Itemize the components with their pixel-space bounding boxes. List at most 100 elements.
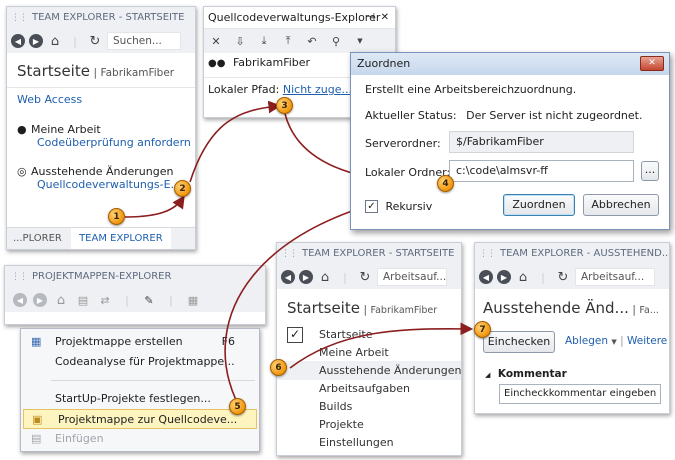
home-icon[interactable]: ⌂ <box>47 33 63 49</box>
chevron-down-icon[interactable]: ▼ <box>611 338 616 346</box>
server-folder-field: $/FabrikamFiber <box>449 131 634 153</box>
step-marker-4: 4 <box>437 175 454 192</box>
nav-item-home[interactable]: Startseite <box>277 325 461 344</box>
local-folder-label: Lokaler Ordner: <box>365 166 451 179</box>
dialog-intro: Erstellt eine Arbeitsbereichzuordnung. <box>365 83 577 96</box>
web-access-link[interactable]: Web Access <box>17 93 82 106</box>
nav-item-work-items[interactable]: Arbeitsaufgaben <box>277 379 461 398</box>
te2-nav-list: Startseite Meine Arbeit Ausstehende Ände… <box>277 325 461 455</box>
separator: | <box>73 34 77 48</box>
sce-titlebar: Quellcodeverwaltungs-Explorer ⊣ ✕ <box>204 7 395 29</box>
pme-title: PROJEKTMAPPEN-EXPLORER <box>32 271 172 282</box>
comment-input[interactable]: Eincheckkommentar eingeben <box>499 384 661 404</box>
back-icon[interactable]: ◀ <box>13 293 27 307</box>
te3-search-input[interactable]: Arbeitsauf... <box>575 268 655 286</box>
tab-team-explorer[interactable]: TEAM EXPLORER <box>71 228 171 249</box>
step-marker-3: 3 <box>276 97 293 114</box>
back-icon[interactable]: ◀ <box>281 270 295 284</box>
menu-add-to-sc-label: Projektmappe zur Quellcodeve... <box>58 413 238 426</box>
shelve-link[interactable]: Ablegen <box>565 335 608 347</box>
status-value: Der Server ist nicht zugeordnet. <box>466 109 643 122</box>
collapse-icon[interactable]: ▤ <box>75 292 91 308</box>
nav-item-pending-changes[interactable]: Ausstehende Änderungen <box>277 361 461 380</box>
home-icon[interactable]: ⌂ <box>317 269 333 285</box>
te2-search-input[interactable]: Arbeitsauf... <box>377 268 447 286</box>
recursive-check-box[interactable]: ✓ <box>365 199 378 213</box>
map-button[interactable]: Zuordnen <box>503 194 575 216</box>
menu-set-startup[interactable]: StartUp-Projekte festlegen... <box>21 389 259 409</box>
step-marker-7: 7 <box>474 321 491 338</box>
menu-code-analysis[interactable]: Codeanalyse für Projektmappe... <box>21 352 259 372</box>
browse-button[interactable]: ... <box>641 161 659 181</box>
forward-icon[interactable]: ▶ <box>33 293 47 307</box>
te1-search-input[interactable]: Suchen... <box>107 32 181 50</box>
menu-paste[interactable]: ▤ Einfügen <box>21 429 259 449</box>
te3-title: TEAM EXPLORER - AUSSTEHEND... <box>500 248 669 259</box>
home-icon[interactable]: ⌂ <box>515 269 531 285</box>
upload-icon[interactable]: ⤒ <box>280 33 296 49</box>
code-review-link[interactable]: Codeüberprüfung anfordern <box>37 136 191 149</box>
local-path-label: Lokaler Pfad: <box>208 83 280 96</box>
te3-titlebar: ⋮⋮ TEAM EXPLORER - AUSSTEHEND... <box>475 243 669 265</box>
back-icon[interactable]: ◀ <box>479 270 493 284</box>
collapse-triangle-icon[interactable]: ◢ <box>485 371 490 379</box>
check-in-button[interactable]: Einchecken <box>483 331 555 353</box>
get-latest-icon[interactable]: ⤓ <box>256 33 272 49</box>
nav-item-projects[interactable]: Projekte <box>277 415 461 434</box>
add-to-source-control-icon: ▣ <box>32 413 43 426</box>
close-icon[interactable]: ✕ <box>381 7 389 29</box>
comment-header: Kommentar <box>497 368 567 380</box>
my-work-section: ● Meine Arbeit Codeüberprüfung anfordern <box>17 123 191 149</box>
properties-icon[interactable]: ✎ <box>141 292 157 308</box>
dialog-close-button[interactable]: ✕ <box>640 56 664 71</box>
back-icon[interactable]: ◀ <box>11 34 25 48</box>
te2-toolbar: ◀ ▶ ⌂ | ↻ Arbeitsauf... <box>277 265 461 289</box>
show-all-icon[interactable]: ▦ <box>185 292 201 308</box>
refresh-icon[interactable]: ↻ <box>87 33 103 49</box>
pin-icon[interactable]: ⊣ <box>366 7 375 29</box>
tab-solution-explorer[interactable]: ...PLORER <box>7 233 68 244</box>
sync-icon[interactable]: ⇄ <box>97 292 113 308</box>
nav-item-builds[interactable]: Builds <box>277 397 461 416</box>
team-explorer-home-panel: ⋮⋮ TEAM EXPLORER - STARTSEITE ◀ ▶ ⌂ | ↻ S… <box>6 6 196 250</box>
find-icon[interactable]: ⚲ <box>328 33 344 49</box>
context-menu: ▦ Projektmappe erstellen F6 Codeanalyse … <box>20 328 260 452</box>
users-icon: ●● <box>208 58 226 69</box>
more-link[interactable]: Weitere <box>627 335 667 347</box>
forward-icon[interactable]: ▶ <box>299 270 313 284</box>
my-work-label: Meine Arbeit <box>31 123 101 136</box>
separator: | <box>541 270 545 284</box>
nav-item-my-work[interactable]: Meine Arbeit <box>277 343 461 362</box>
refresh-icon[interactable]: ↻ <box>357 269 373 285</box>
home-icon[interactable]: ⌂ <box>53 292 69 308</box>
menu-paste-label: Einfügen <box>55 432 104 445</box>
sce-toolbar: ✕ ⇩ ⤓ ⤒ ↶ ⚲ ▼ <box>204 29 395 53</box>
paste-icon: ▤ <box>31 432 42 445</box>
dialog-titlebar: Zuordnen ✕ <box>351 53 669 75</box>
chevron-down-icon[interactable]: ▼ <box>352 33 368 49</box>
menu-create-solution[interactable]: ▦ Projektmappe erstellen F6 <box>21 332 259 352</box>
undo-icon[interactable]: ↶ <box>304 33 320 49</box>
menu-add-to-source-control[interactable]: ▣ Projektmappe zur Quellcodeve... <box>23 409 257 429</box>
te2-project-name: FabrikamFiber <box>370 305 438 316</box>
te2-page-title: Startseite <box>287 299 360 317</box>
te3-actions: Ablegen ▼ | Weitere <box>565 335 667 347</box>
forward-icon[interactable]: ▶ <box>497 270 511 284</box>
te3-toolbar: ◀ ▶ ⌂ | ↻ Arbeitsauf... <box>475 265 669 289</box>
te1-heading-row: Startseite | FabrikamFiber <box>17 62 174 80</box>
server-folder-label: Serverordner: <box>365 137 441 150</box>
recursive-checkbox[interactable]: ✓ Rekursiv <box>365 199 432 213</box>
refresh-icon[interactable]: ↻ <box>555 269 571 285</box>
comment-section: ◢ Kommentar <box>485 367 567 380</box>
forward-icon[interactable]: ▶ <box>29 34 43 48</box>
te1-project-name: FabrikamFiber <box>100 67 175 79</box>
nav-item-settings[interactable]: Einstellungen <box>277 433 461 452</box>
cancel-button[interactable]: Abbrechen <box>583 194 659 216</box>
download-icon[interactable]: ⇩ <box>232 33 248 49</box>
source-control-explorer-link[interactable]: Quellcodeverwaltungs-E... <box>37 178 181 191</box>
local-folder-input[interactable]: c:\code\almsvr-ff <box>449 160 634 182</box>
step-marker-5: 5 <box>229 398 246 415</box>
delete-icon[interactable]: ✕ <box>208 33 224 49</box>
local-path-link[interactable]: Nicht zuge... <box>283 83 352 96</box>
pending-changes-icon: ◎ <box>17 165 27 178</box>
